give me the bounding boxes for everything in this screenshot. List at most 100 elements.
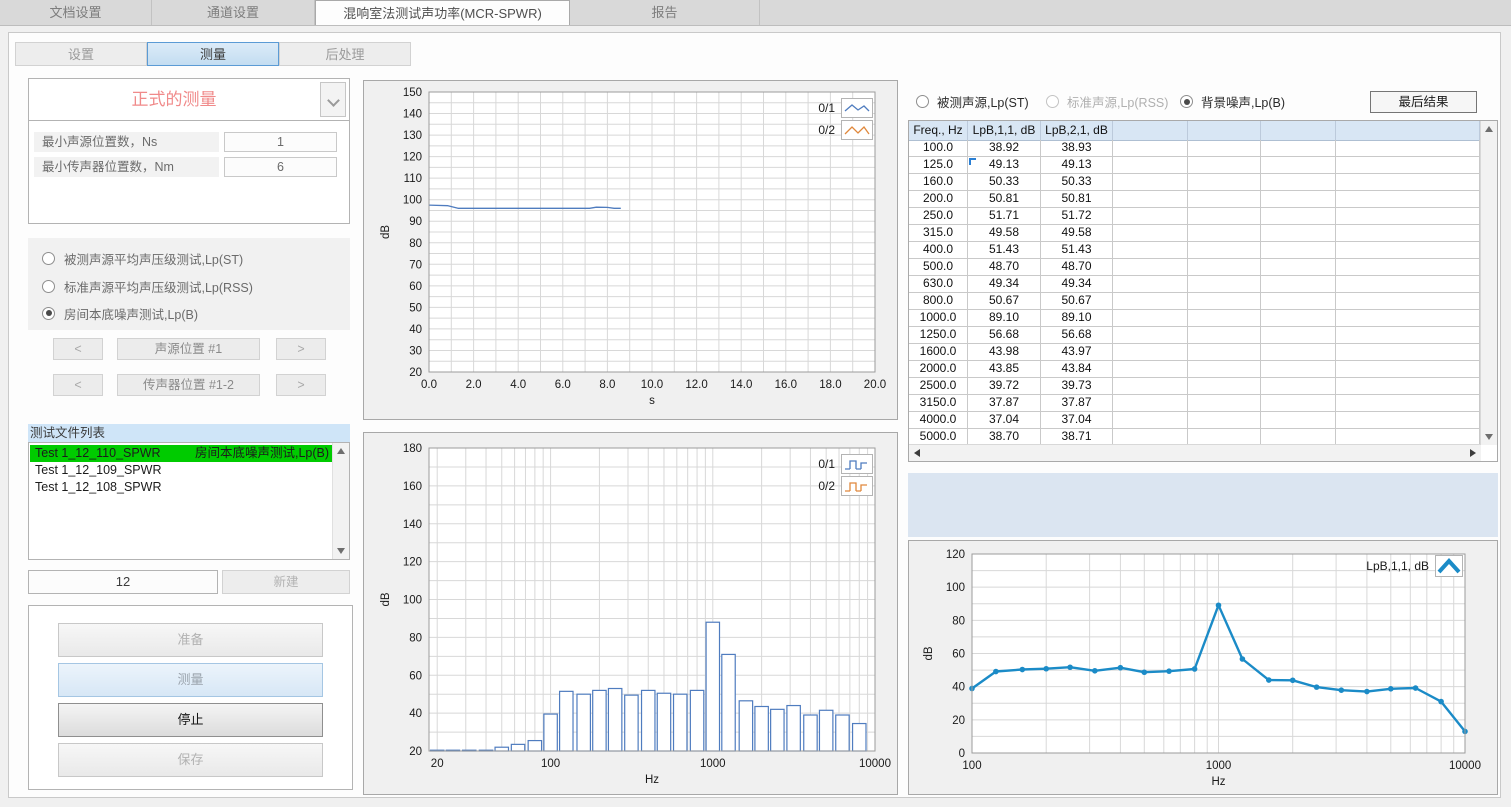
- table-cell[interactable]: 1600.0: [909, 344, 968, 360]
- result-source-option-0[interactable]: 被测声源,Lp(ST): [916, 92, 1029, 111]
- stop-button[interactable]: 停止: [58, 703, 323, 737]
- radio-icon[interactable]: [916, 95, 929, 108]
- table-cell[interactable]: [1261, 395, 1336, 411]
- table-cell[interactable]: [1113, 208, 1188, 224]
- table-cell[interactable]: [1188, 174, 1261, 190]
- test-type-option-0[interactable]: 被测声源平均声压级测试,Lp(ST): [42, 250, 243, 266]
- mic-position-prev-button[interactable]: <: [53, 374, 103, 396]
- table-cell[interactable]: [1261, 293, 1336, 309]
- table-cell[interactable]: [1336, 174, 1480, 190]
- sub-tab-0[interactable]: 设置: [15, 42, 147, 66]
- table-cell[interactable]: [1188, 344, 1261, 360]
- table-cell[interactable]: [1188, 361, 1261, 377]
- table-cell[interactable]: [1261, 191, 1336, 207]
- new-file-button[interactable]: 新建: [222, 570, 350, 594]
- result-source-option-2[interactable]: 背景噪声,Lp(B): [1180, 92, 1285, 111]
- file-list-item[interactable]: Test 1_12_109_SPWR: [30, 462, 332, 479]
- table-cell[interactable]: [1188, 429, 1261, 444]
- table-cell[interactable]: [1188, 276, 1261, 292]
- table-cell[interactable]: 51.43: [1041, 242, 1113, 258]
- sub-tab-1[interactable]: 测量: [147, 42, 279, 66]
- measurement-mode-dropdown[interactable]: 正式的测量: [28, 78, 350, 121]
- test-type-option-2[interactable]: 房间本底噪声测试,Lp(B): [42, 305, 198, 321]
- table-cell[interactable]: [1261, 310, 1336, 326]
- table-cell[interactable]: 43.97: [1041, 344, 1113, 360]
- radio-icon[interactable]: [42, 252, 55, 265]
- table-row[interactable]: 100.038.9238.93: [909, 140, 1481, 157]
- table-cell[interactable]: [1113, 259, 1188, 275]
- table-cell[interactable]: 3150.0: [909, 395, 968, 411]
- table-cell[interactable]: [1336, 208, 1480, 224]
- table-cell[interactable]: [1261, 225, 1336, 241]
- table-cell[interactable]: [1261, 378, 1336, 394]
- table-cell[interactable]: 50.67: [968, 293, 1041, 309]
- table-cell[interactable]: [1113, 429, 1188, 444]
- table-row[interactable]: 2000.043.8543.84: [909, 361, 1481, 378]
- main-tab-1[interactable]: 通道设置: [152, 0, 315, 25]
- min-source-positions-input[interactable]: 1: [224, 132, 337, 152]
- table-row[interactable]: 630.049.3449.34: [909, 276, 1481, 293]
- scroll-up-icon[interactable]: [1485, 126, 1493, 132]
- table-cell[interactable]: [1113, 191, 1188, 207]
- table-cell[interactable]: [1261, 140, 1336, 156]
- table-cell[interactable]: 38.71: [1041, 429, 1113, 444]
- table-cell[interactable]: [1113, 140, 1188, 156]
- table-row[interactable]: 1250.056.6856.68: [909, 327, 1481, 344]
- scroll-right-icon[interactable]: [1470, 449, 1476, 457]
- table-row[interactable]: 400.051.4351.43: [909, 242, 1481, 259]
- table-cell[interactable]: [1188, 310, 1261, 326]
- radio-icon[interactable]: [1180, 95, 1193, 108]
- table-cell[interactable]: 49.13: [968, 157, 1041, 173]
- table-cell[interactable]: 400.0: [909, 242, 968, 258]
- table-cell[interactable]: 49.58: [968, 225, 1041, 241]
- table-cell[interactable]: [1113, 361, 1188, 377]
- radio-icon[interactable]: [1046, 95, 1059, 108]
- scroll-up-icon[interactable]: [337, 448, 345, 454]
- source-position-prev-button[interactable]: <: [53, 338, 103, 360]
- table-cell[interactable]: 50.81: [968, 191, 1041, 207]
- table-cell[interactable]: 50.33: [968, 174, 1041, 190]
- table-vertical-scrollbar[interactable]: [1480, 121, 1497, 445]
- table-cell[interactable]: [1336, 395, 1480, 411]
- table-cell[interactable]: [1261, 327, 1336, 343]
- table-cell[interactable]: 1250.0: [909, 327, 968, 343]
- table-cell[interactable]: [1113, 412, 1188, 428]
- table-cell[interactable]: 1000.0: [909, 310, 968, 326]
- table-cell[interactable]: [1261, 259, 1336, 275]
- dropdown-button[interactable]: [320, 82, 346, 117]
- table-cell[interactable]: [1188, 259, 1261, 275]
- radio-icon[interactable]: [42, 307, 55, 320]
- table-cell[interactable]: [1336, 327, 1480, 343]
- table-cell[interactable]: [1336, 344, 1480, 360]
- table-row[interactable]: 1000.089.1089.10: [909, 310, 1481, 327]
- table-cell[interactable]: [1188, 242, 1261, 258]
- file-list-item[interactable]: Test 1_12_108_SPWR: [30, 479, 332, 496]
- table-cell[interactable]: 200.0: [909, 191, 968, 207]
- min-mic-positions-input[interactable]: 6: [224, 157, 337, 177]
- table-cell[interactable]: [1113, 310, 1188, 326]
- table-cell[interactable]: [1188, 327, 1261, 343]
- table-cell[interactable]: [1261, 344, 1336, 360]
- table-cell[interactable]: 50.67: [1041, 293, 1113, 309]
- table-cell[interactable]: 49.34: [968, 276, 1041, 292]
- table-row[interactable]: 3150.037.8737.87: [909, 395, 1481, 412]
- table-cell[interactable]: 56.68: [968, 327, 1041, 343]
- test-type-option-1[interactable]: 标准声源平均声压级测试,Lp(RSS): [42, 278, 253, 294]
- table-cell[interactable]: [1336, 378, 1480, 394]
- table-cell[interactable]: 500.0: [909, 259, 968, 275]
- table-cell[interactable]: [1336, 293, 1480, 309]
- table-cell[interactable]: [1261, 208, 1336, 224]
- table-cell[interactable]: [1188, 191, 1261, 207]
- table-cell[interactable]: [1113, 378, 1188, 394]
- table-cell[interactable]: 38.93: [1041, 140, 1113, 156]
- table-row[interactable]: 200.050.8150.81: [909, 191, 1481, 208]
- table-cell[interactable]: 4000.0: [909, 412, 968, 428]
- table-cell[interactable]: [1336, 361, 1480, 377]
- main-tab-2[interactable]: 混响室法测试声功率(MCR-SPWR): [315, 0, 570, 25]
- save-button[interactable]: 保存: [58, 743, 323, 777]
- table-cell[interactable]: [1188, 378, 1261, 394]
- file-number-input[interactable]: 12: [28, 570, 218, 594]
- file-list-scrollbar[interactable]: [332, 443, 349, 559]
- mic-position-next-button[interactable]: >: [276, 374, 326, 396]
- line-series-blue-icon[interactable]: [841, 98, 873, 118]
